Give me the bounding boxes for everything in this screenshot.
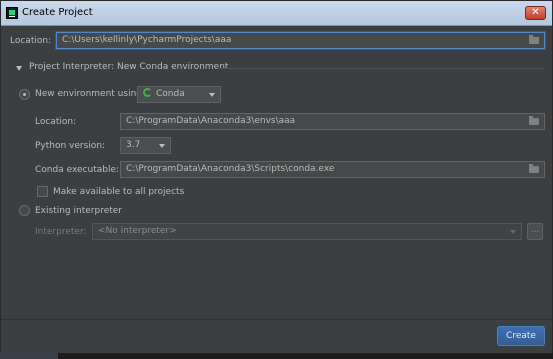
python-version-select[interactable]: 3.7 xyxy=(120,137,171,154)
close-button[interactable]: ✕ xyxy=(525,6,546,20)
existing-interpreter-radio[interactable] xyxy=(19,205,30,216)
section-divider xyxy=(218,68,545,69)
chevron-down-icon xyxy=(159,144,165,148)
create-project-dialog: Create Project ✕ Location: C:\Users\kell… xyxy=(0,0,553,359)
interpreter-select[interactable]: <No interpreter> xyxy=(92,223,522,240)
interpreter-label: Interpreter: xyxy=(35,227,87,237)
interpreter-value: <No interpreter> xyxy=(98,226,177,236)
create-button[interactable]: Create xyxy=(497,326,545,346)
footer-divider xyxy=(1,319,552,320)
conda-executable-input[interactable]: C:\ProgramData\Anaconda3\Scripts\conda.e… xyxy=(120,161,545,178)
folder-icon[interactable] xyxy=(529,116,539,125)
chevron-down-icon xyxy=(510,230,516,234)
make-available-label[interactable]: Make available to all projects xyxy=(53,187,184,197)
folder-icon[interactable] xyxy=(529,35,539,44)
chevron-down-icon xyxy=(209,93,215,97)
folder-icon[interactable] xyxy=(529,164,539,173)
location-label: Location: xyxy=(10,36,52,46)
taskbar-item xyxy=(0,353,58,359)
python-version-label: Python version: xyxy=(35,141,106,151)
new-environment-label: New environment using xyxy=(35,89,142,99)
env-location-value: C:\ProgramData\Anaconda3\envs\aaa xyxy=(126,116,296,126)
chevron-down-icon[interactable] xyxy=(16,66,22,71)
conda-executable-value: C:\ProgramData\Anaconda3\Scripts\conda.e… xyxy=(126,164,335,174)
section-title[interactable]: Project Interpreter: New Conda environme… xyxy=(29,62,228,72)
existing-interpreter-label[interactable]: Existing interpreter xyxy=(35,206,122,216)
location-value: C:\Users\kellinly\PycharmProjects\aaa xyxy=(62,35,232,45)
environment-tool-value: Conda xyxy=(156,89,185,99)
taskbar-strip xyxy=(0,353,553,359)
window-title: Create Project xyxy=(22,7,93,18)
make-available-checkbox[interactable] xyxy=(37,186,48,197)
title-bar[interactable]: Create Project ✕ xyxy=(1,1,552,26)
conda-icon xyxy=(143,88,152,97)
environment-tool-select[interactable]: Conda xyxy=(137,86,221,103)
python-version-value: 3.7 xyxy=(126,140,141,150)
interpreter-browse-button[interactable]: ... xyxy=(527,223,543,240)
conda-executable-label: Conda executable: xyxy=(35,165,120,175)
env-location-input[interactable]: C:\ProgramData\Anaconda3\envs\aaa xyxy=(120,113,545,130)
pycharm-icon xyxy=(6,7,18,19)
env-location-label: Location: xyxy=(35,117,77,127)
location-input[interactable]: C:\Users\kellinly\PycharmProjects\aaa xyxy=(56,32,545,49)
new-environment-radio[interactable] xyxy=(19,89,30,100)
